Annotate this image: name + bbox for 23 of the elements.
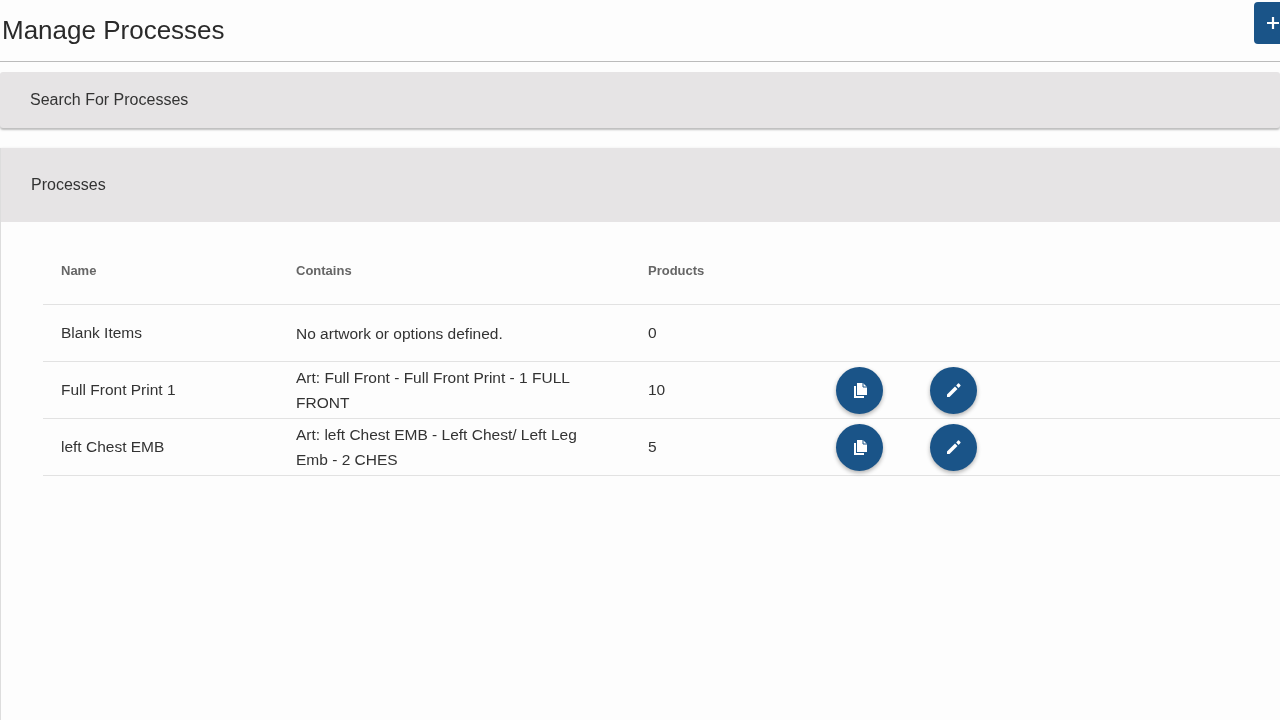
table-cell-text: 5 xyxy=(648,438,658,456)
copy-icon xyxy=(851,439,868,455)
copy-icon xyxy=(851,382,868,398)
search-panel[interactable]: Search For Processes xyxy=(0,72,1280,128)
column-header: Name xyxy=(60,262,98,278)
table-cell-text: 10 xyxy=(648,381,667,399)
table-cell-text: 0 xyxy=(648,324,658,342)
table-cell-text: Blank Items xyxy=(60,324,143,342)
page-title: Manage Processes xyxy=(2,15,225,46)
copy-button[interactable] xyxy=(836,423,883,471)
edit-button[interactable] xyxy=(930,366,977,414)
table-cell-text: Full Front Print 1 xyxy=(60,381,177,399)
table-cell-text: Art: left Chest EMB - Left Chest/ Left Leg Emb - 2 CHES xyxy=(296,425,578,470)
table-cell-text: No artwork or options defined. xyxy=(296,323,504,344)
column-header: Products xyxy=(648,262,706,278)
panel-title: Processes xyxy=(31,176,106,194)
column-header: Contains xyxy=(296,261,353,280)
edit-button[interactable] xyxy=(930,423,977,471)
table-cell-text: left Chest EMB xyxy=(60,438,166,456)
plus-icon xyxy=(1266,15,1280,30)
copy-button[interactable] xyxy=(836,366,883,414)
table-cell-text: Art: Full Front - Full Front Print - 1 FULL FRONT xyxy=(296,368,571,413)
panel-title: Search For Processes xyxy=(30,91,189,109)
